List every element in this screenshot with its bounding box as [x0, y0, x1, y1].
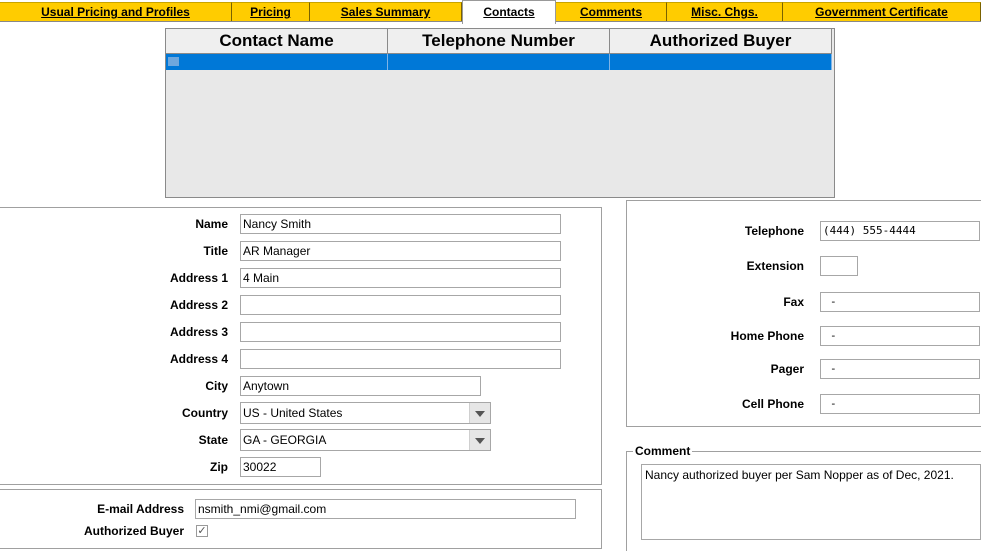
email-panel [0, 489, 602, 549]
address2-field[interactable] [240, 295, 561, 315]
title-label: Title [203, 244, 228, 258]
cell-phone-label: Cell Phone [741, 397, 804, 411]
address2-label: Address 2 [169, 298, 228, 312]
tab-comments[interactable]: Comments [556, 2, 667, 21]
state-label: State [198, 433, 228, 447]
table-row[interactable] [166, 54, 832, 70]
zip-field[interactable]: 30022 [240, 457, 321, 477]
tab-misc-charges[interactable]: Misc. Chgs. [667, 2, 783, 21]
country-label: Country [182, 406, 228, 420]
contacts-grid[interactable]: Contact Name Telephone Number Authorized… [165, 28, 835, 198]
tab-contacts[interactable]: Contacts [462, 0, 556, 24]
name-field[interactable]: Nancy Smith [240, 214, 561, 234]
email-field[interactable]: nsmith_nmi@gmail.com [195, 499, 576, 519]
title-field[interactable]: AR Manager [240, 241, 561, 261]
fax-label: Fax [783, 295, 804, 309]
state-select[interactable]: GA - GEORGIA [240, 429, 491, 451]
column-header-contact-name[interactable]: Contact Name [166, 29, 388, 54]
email-label: E-mail Address [97, 502, 184, 516]
home-phone-field[interactable]: - [820, 326, 980, 346]
chevron-down-icon[interactable] [469, 403, 490, 423]
address3-field[interactable] [240, 322, 561, 342]
address3-label: Address 3 [169, 325, 228, 339]
tab-bar: Usual Pricing and Profiles Pricing Sales… [0, 0, 981, 24]
column-header-authorized-buyer[interactable]: Authorized Buyer [610, 29, 832, 54]
home-phone-label: Home Phone [730, 329, 804, 343]
cell-contact-name[interactable] [166, 54, 388, 70]
city-label: City [205, 379, 228, 393]
tab-sales-summary[interactable]: Sales Summary [310, 2, 462, 21]
address4-field[interactable] [240, 349, 561, 369]
cell-authorized-buyer[interactable] [610, 54, 832, 70]
zip-label: Zip [210, 460, 228, 474]
name-label: Name [195, 217, 228, 231]
address1-field[interactable]: 4 Main [240, 268, 561, 288]
tab-pricing[interactable]: Pricing [232, 2, 310, 21]
cell-telephone-number[interactable] [388, 54, 610, 70]
fax-field[interactable]: - [820, 292, 980, 312]
chevron-down-icon[interactable] [469, 430, 490, 450]
pager-field[interactable]: - [820, 359, 980, 379]
country-select[interactable]: US - United States [240, 402, 491, 424]
telephone-label: Telephone [744, 224, 804, 238]
tab-usual-pricing[interactable]: Usual Pricing and Profiles [0, 2, 232, 21]
comment-textarea[interactable]: Nancy authorized buyer per Sam Nopper as… [641, 464, 981, 540]
column-header-telephone-number[interactable]: Telephone Number [388, 29, 610, 54]
tab-government-certificate[interactable]: Government Certificate [783, 2, 981, 21]
cell-phone-field[interactable]: - [820, 394, 980, 414]
extension-field[interactable] [820, 256, 858, 276]
state-value: GA - GEORGIA [243, 433, 327, 447]
authorized-buyer-checkbox[interactable]: ✓ [196, 525, 208, 537]
comment-legend: Comment [633, 444, 693, 458]
city-field[interactable]: Anytown [240, 376, 481, 396]
country-value: US - United States [243, 406, 343, 420]
authorized-buyer-label: Authorized Buyer [83, 524, 184, 538]
extension-label: Extension [746, 259, 804, 273]
address1-label: Address 1 [169, 271, 228, 285]
address4-label: Address 4 [169, 352, 228, 366]
pager-label: Pager [770, 362, 804, 376]
telephone-field[interactable]: (444) 555-4444 [820, 221, 980, 241]
